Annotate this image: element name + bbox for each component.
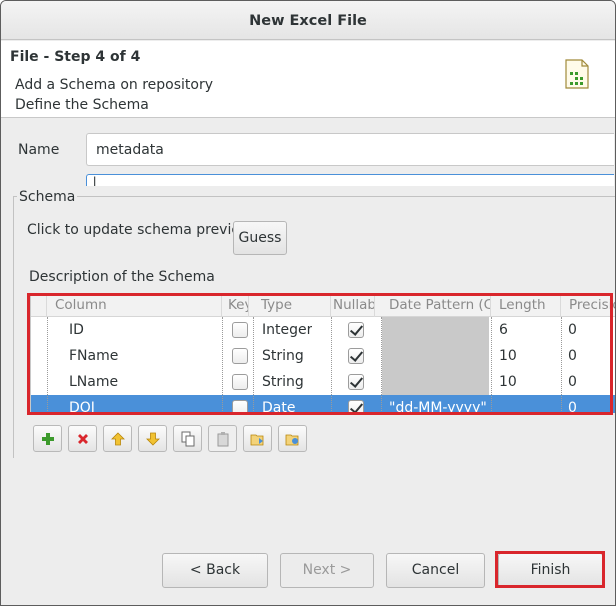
remove-row-icon xyxy=(78,434,88,444)
paste-button[interactable] xyxy=(208,425,237,452)
header-key[interactable]: Key xyxy=(222,294,249,317)
cell-precision[interactable]: 0 xyxy=(568,369,577,395)
cell-length[interactable]: 10 xyxy=(499,343,517,369)
table-row[interactable]: ID Integer 6 0 xyxy=(31,317,615,343)
wizard-header: File - Step 4 of 4 Add a Schema on repos… xyxy=(1,41,615,118)
step-subdescription: Define the Schema xyxy=(15,97,149,113)
nullable-checkbox[interactable] xyxy=(348,322,364,338)
import-schema-button[interactable] xyxy=(243,425,272,452)
column-divider xyxy=(381,317,382,413)
comment-input[interactable]: l xyxy=(86,174,614,186)
cell-date-pattern xyxy=(382,343,489,369)
table-row[interactable]: FName String 10 0 xyxy=(31,343,615,369)
column-divider xyxy=(561,317,562,413)
cell-precision[interactable]: 0 xyxy=(568,317,577,343)
name-label: Name xyxy=(18,142,60,158)
step-description: Add a Schema on repository xyxy=(15,77,214,93)
cell-date-pattern[interactable]: "dd-MM-yyyy" xyxy=(389,395,487,413)
cell-type[interactable]: String xyxy=(262,343,304,369)
header-nullable[interactable]: Nullable xyxy=(331,294,375,317)
move-up-icon xyxy=(111,432,125,446)
move-up-button[interactable] xyxy=(103,425,132,452)
cell-length[interactable]: 10 xyxy=(499,369,517,395)
header-length[interactable]: Length xyxy=(491,294,561,317)
schema-description-label: Description of the Schema xyxy=(29,269,215,285)
import-schema-icon xyxy=(250,434,264,446)
header-date-pattern[interactable]: Date Pattern (Ctrl+Space available) xyxy=(381,294,491,317)
table-row[interactable]: LName String 10 0 xyxy=(31,369,615,395)
table-row-selected[interactable]: DOJ Date "dd-MM-yyyy" 0 xyxy=(31,395,615,413)
export-schema-button[interactable] xyxy=(278,425,307,452)
row-header-corner xyxy=(31,294,47,317)
add-row-button[interactable] xyxy=(33,425,62,452)
nullable-checkbox[interactable] xyxy=(348,374,364,390)
cell-precision[interactable]: 0 xyxy=(568,343,577,369)
cell-column[interactable]: DOJ xyxy=(69,395,95,413)
dialog-title: New Excel File xyxy=(1,1,615,40)
export-schema-icon xyxy=(285,434,299,446)
footer-separator xyxy=(1,533,615,534)
cell-column[interactable]: ID xyxy=(69,317,84,343)
nullable-checkbox[interactable] xyxy=(348,348,364,364)
column-divider xyxy=(491,317,492,413)
column-divider xyxy=(47,317,48,413)
schema-table[interactable]: Column Key Type Nullable Date Pattern (C… xyxy=(30,294,615,413)
copy-button[interactable] xyxy=(173,425,202,452)
cell-column[interactable]: LName xyxy=(69,369,118,395)
move-down-button[interactable] xyxy=(138,425,167,452)
move-down-icon xyxy=(146,432,160,446)
column-divider xyxy=(222,317,223,413)
key-checkbox[interactable] xyxy=(232,374,248,390)
paste-icon xyxy=(217,432,229,447)
key-checkbox[interactable] xyxy=(232,348,248,364)
nullable-checkbox[interactable] xyxy=(348,400,364,413)
cell-date-pattern xyxy=(382,317,489,343)
schema-table-header: Column Key Type Nullable Date Pattern (C… xyxy=(31,294,615,317)
key-checkbox[interactable] xyxy=(232,400,248,413)
column-divider xyxy=(331,317,332,413)
update-preview-label: Click to update schema preview xyxy=(27,222,252,238)
cell-length[interactable]: 6 xyxy=(499,317,508,343)
new-excel-file-dialog: New Excel File File - Step 4 of 4 Add a … xyxy=(0,0,616,606)
cancel-button[interactable]: Cancel xyxy=(386,553,485,588)
remove-row-button[interactable] xyxy=(68,425,97,452)
cell-column[interactable]: FName xyxy=(69,343,118,369)
column-divider xyxy=(253,317,254,413)
header-column[interactable]: Column xyxy=(47,294,222,317)
next-button[interactable]: Next > xyxy=(280,553,374,588)
add-row-icon xyxy=(42,433,54,445)
header-type[interactable]: Type xyxy=(253,294,331,317)
cell-type[interactable]: String xyxy=(262,369,304,395)
step-title: File - Step 4 of 4 xyxy=(10,49,141,65)
cell-precision[interactable]: 0 xyxy=(568,395,577,413)
name-input[interactable] xyxy=(86,133,614,166)
key-checkbox[interactable] xyxy=(232,322,248,338)
copy-icon xyxy=(181,431,195,447)
back-button[interactable]: < Back xyxy=(162,553,268,588)
schema-group-label: Schema xyxy=(17,189,78,205)
cell-type[interactable]: Integer xyxy=(262,317,312,343)
header-precision[interactable]: Precision xyxy=(561,294,615,317)
cell-date-pattern xyxy=(382,369,489,395)
guess-button[interactable]: Guess xyxy=(233,221,287,255)
excel-file-icon xyxy=(565,59,589,89)
finish-button[interactable]: Finish xyxy=(498,553,603,588)
cell-type[interactable]: Date xyxy=(262,395,295,413)
